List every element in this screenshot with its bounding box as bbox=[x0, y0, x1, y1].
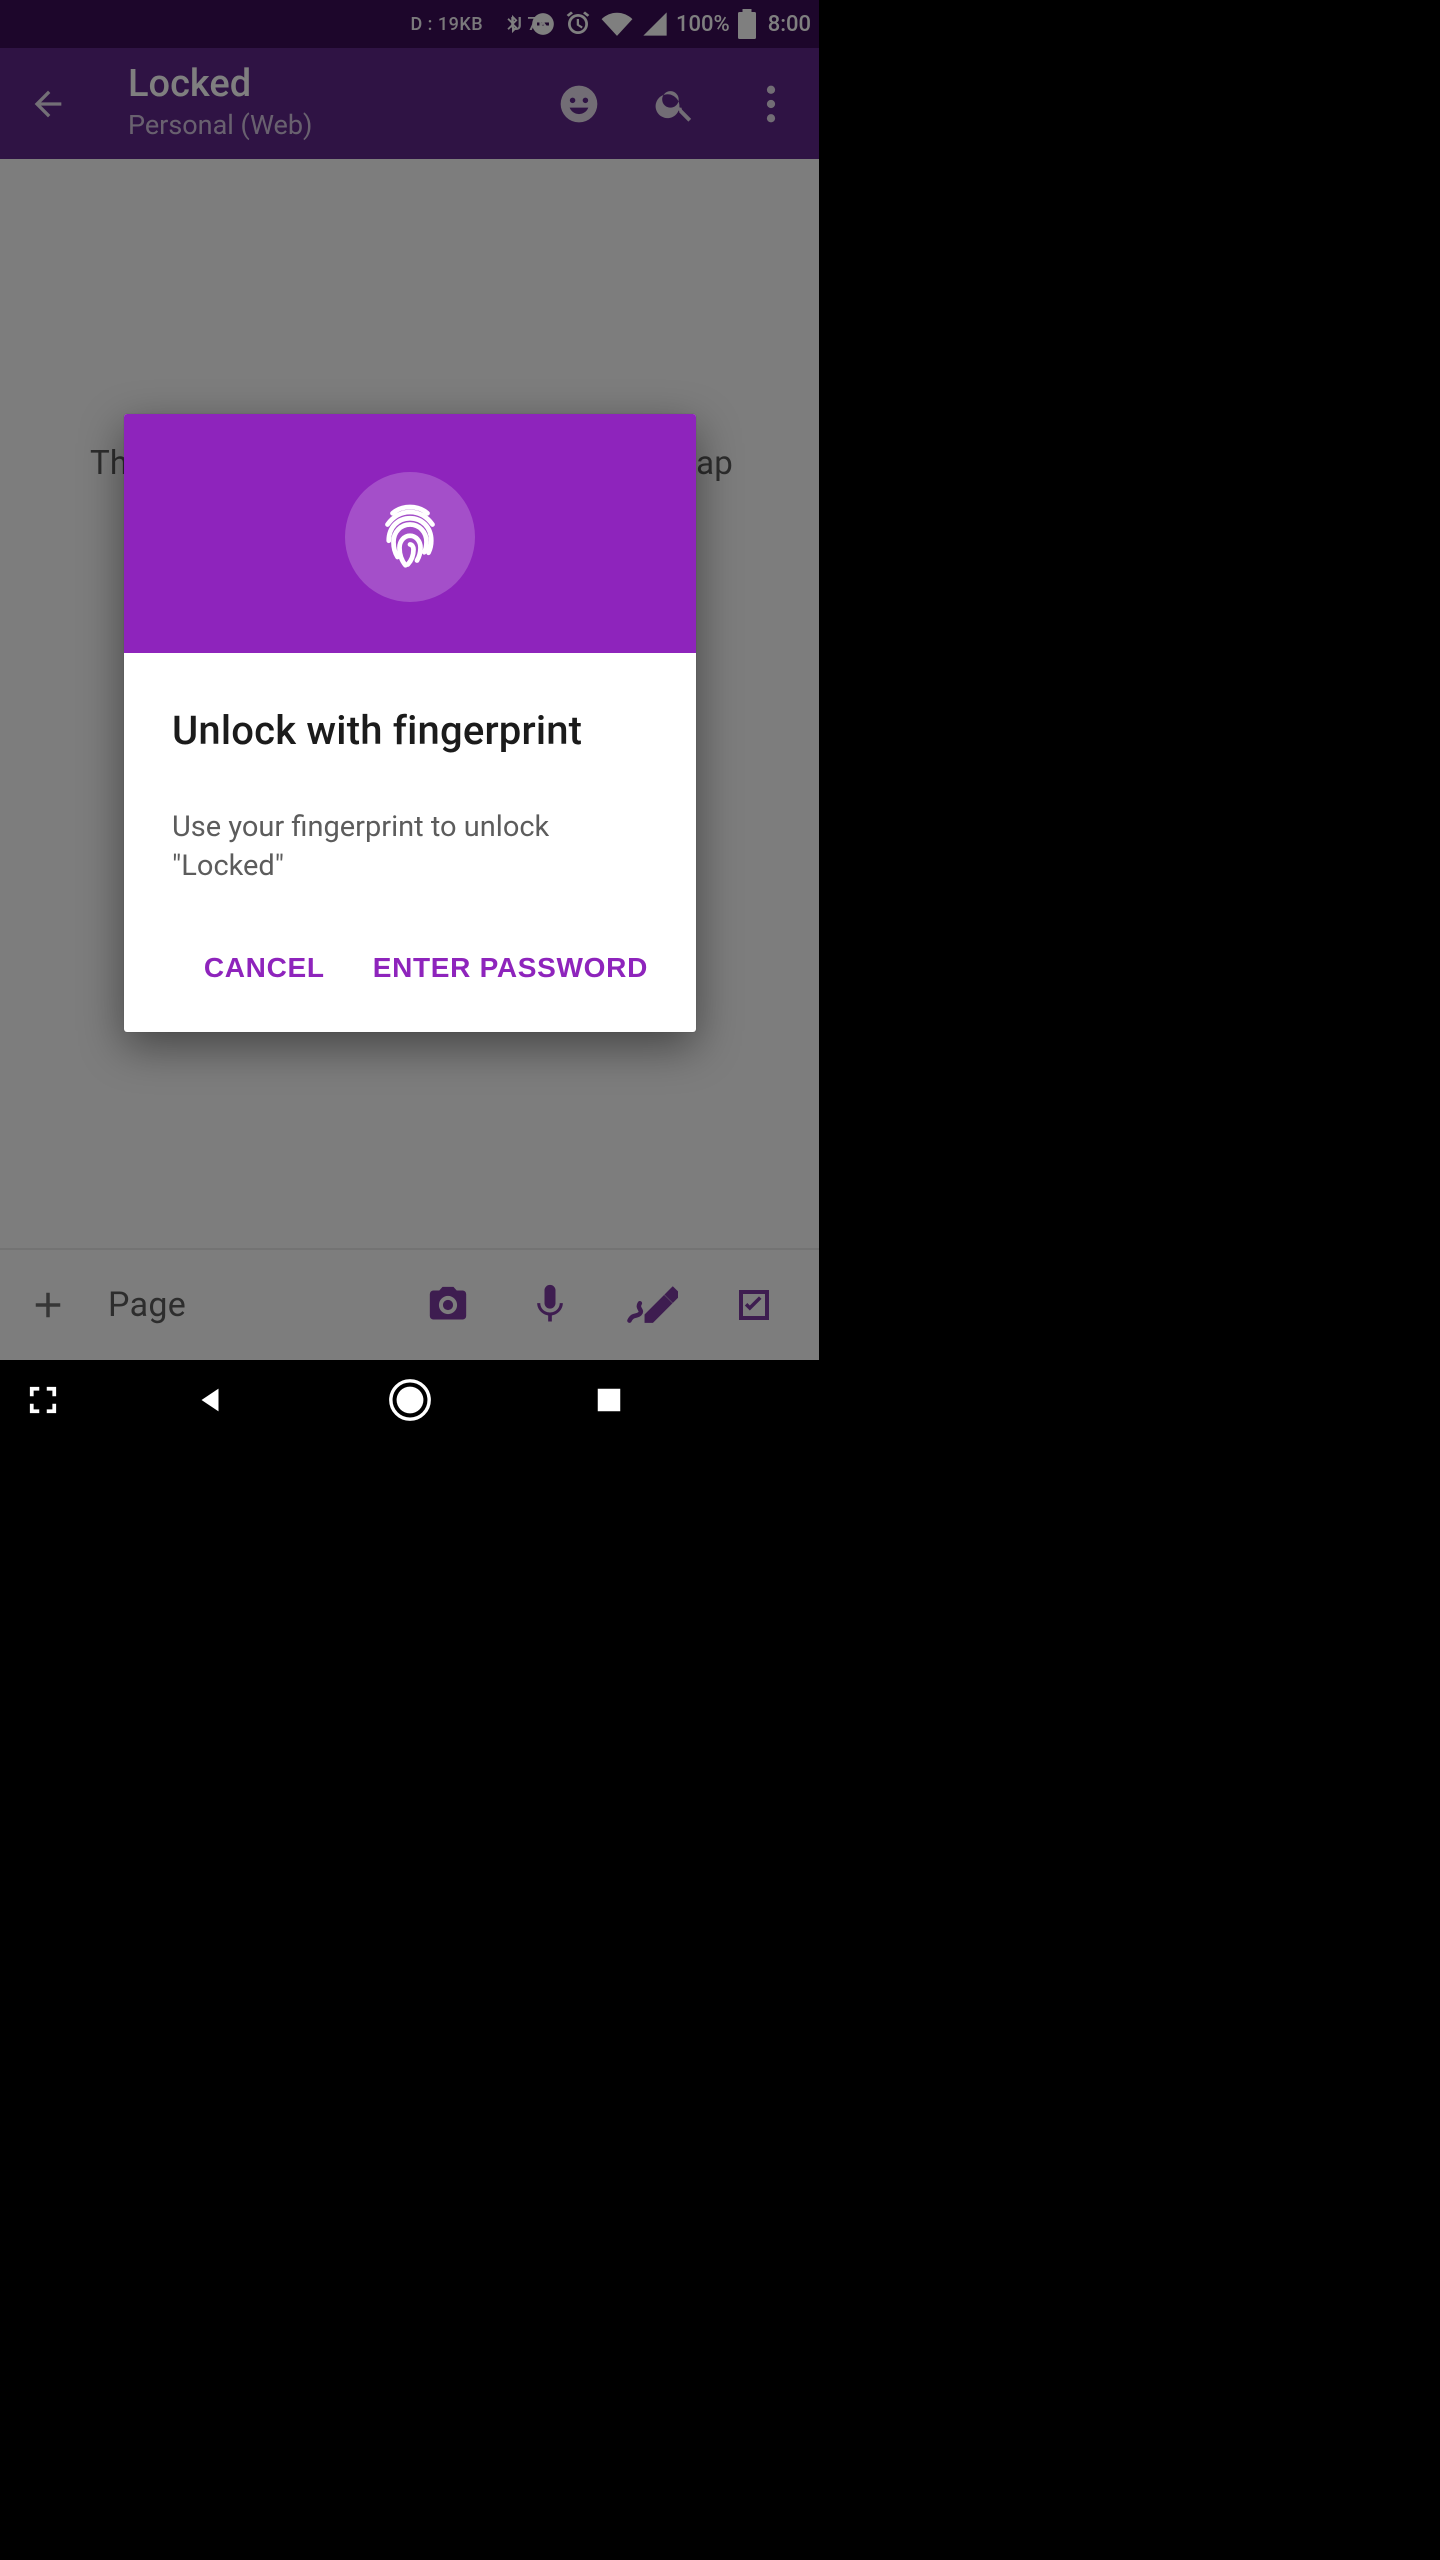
nav-back-icon bbox=[193, 1381, 227, 1419]
nav-home-icon bbox=[387, 1377, 433, 1423]
dialog-actions: CANCEL ENTER PASSWORD bbox=[124, 906, 696, 1032]
fingerprint-icon-bg bbox=[345, 472, 475, 602]
fingerprint-dialog: Unlock with fingerprint Use your fingerp… bbox=[124, 414, 696, 1032]
fullscreen-icon bbox=[28, 1385, 58, 1415]
cancel-button[interactable]: CANCEL bbox=[204, 944, 325, 992]
dialog-header bbox=[124, 414, 696, 653]
nav-recents-icon bbox=[594, 1385, 624, 1415]
screen: D : 19KB U 7K 100% 8:00 Locked Personal … bbox=[0, 0, 819, 1440]
dialog-title: Unlock with fingerprint bbox=[172, 707, 648, 754]
nav-back-button[interactable] bbox=[110, 1381, 310, 1419]
nav-fullscreen-button[interactable] bbox=[0, 1385, 110, 1415]
enter-password-button[interactable]: ENTER PASSWORD bbox=[373, 944, 648, 992]
nav-home-button[interactable] bbox=[310, 1377, 510, 1423]
dialog-body: Unlock with fingerprint Use your fingerp… bbox=[124, 653, 696, 906]
navigation-bar bbox=[0, 1360, 819, 1440]
fingerprint-icon bbox=[379, 502, 441, 572]
dialog-message: Use your fingerprint to unlock "Locked" bbox=[172, 808, 648, 886]
nav-recents-button[interactable] bbox=[509, 1385, 709, 1415]
